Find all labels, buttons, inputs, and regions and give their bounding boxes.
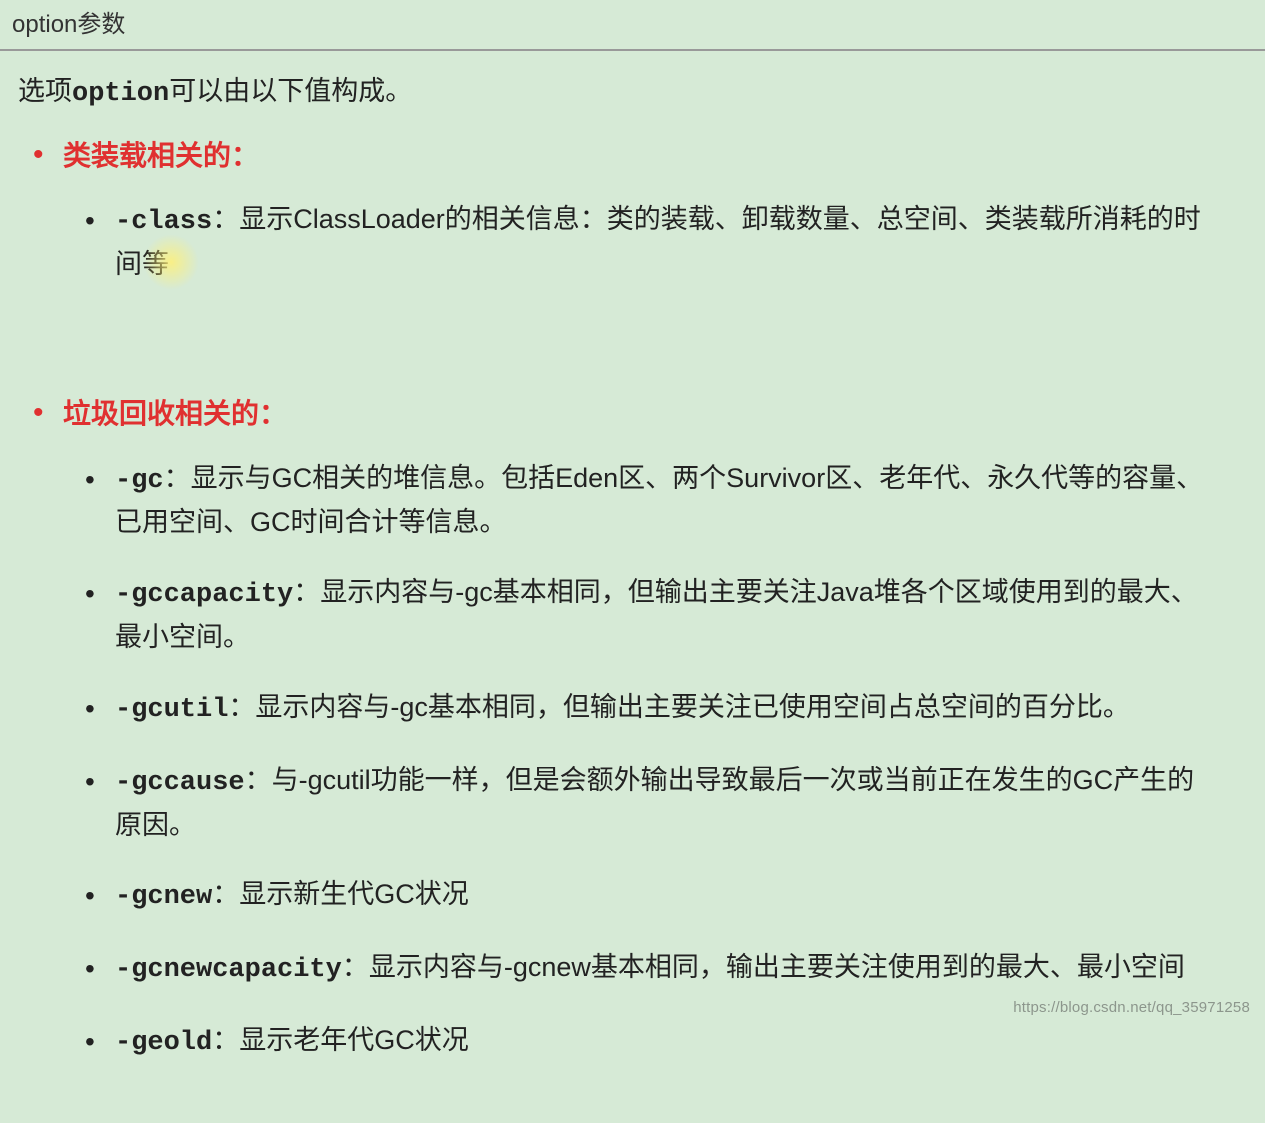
option-class: -class：显示ClassLoader的相关信息：类的装载、卸载数量、总空间、…	[115, 199, 1217, 286]
option-desc: 显示内容与-gcnew基本相同，输出主要关注使用到的最大、最小空间	[369, 952, 1185, 982]
option-name: -geold	[115, 1028, 212, 1058]
option-desc: 显示与GC相关的堆信息。包括Eden区、两个Survivor区、老年代、永久代等…	[115, 463, 1203, 538]
section-title: 类装载相关的：	[63, 140, 259, 171]
option-name: -gccapacity	[115, 580, 293, 610]
colon: ：	[342, 952, 369, 982]
option-name: -gccause	[115, 768, 245, 798]
option-gcnewcapacity: -gcnewcapacity：显示内容与-gcnew基本相同，输出主要关注使用到…	[115, 947, 1217, 992]
header-title: option参数	[0, 0, 1265, 51]
option-desc: 显示新生代GC状况	[239, 879, 469, 909]
intro-mono: option	[72, 79, 169, 109]
option-name: -gcutil	[115, 695, 228, 725]
colon: ：	[228, 692, 255, 722]
option-name: -gcnewcapacity	[115, 955, 342, 985]
colon: ：	[164, 463, 191, 493]
option-gcnew: -gcnew：显示新生代GC状况	[115, 874, 1217, 919]
option-name: -class	[115, 207, 212, 237]
colon: ：	[245, 765, 272, 795]
option-name: -gcnew	[115, 882, 212, 912]
intro-post: 可以由以下值构成。	[169, 76, 412, 106]
option-desc: 与-gcutil功能一样，但是会额外输出导致最后一次或当前正在发生的GC产生的原…	[115, 765, 1194, 840]
colon: ：	[212, 879, 239, 909]
option-name: -gc	[115, 466, 164, 496]
text-cursor	[169, 244, 170, 286]
colon: ：	[293, 577, 320, 607]
section-title: 垃圾回收相关的：	[63, 398, 287, 429]
option-desc: 显示老年代GC状况	[239, 1025, 469, 1055]
colon: ：	[212, 204, 239, 234]
option-desc: 显示ClassLoader的相关信息：类的装载、卸载数量、总空间、类装载所消耗的…	[115, 204, 1201, 279]
colon: ：	[212, 1025, 239, 1055]
section-classloader: 类装载相关的： -class：显示ClassLoader的相关信息：类的装载、卸…	[63, 134, 1247, 364]
option-gccause: -gccause：与-gcutil功能一样，但是会额外输出导致最后一次或当前正在…	[115, 760, 1217, 847]
option-desc: 显示内容与-gc基本相同，但输出主要关注已使用空间占总空间的百分比。	[255, 692, 1130, 722]
section-gc: 垃圾回收相关的： -gc：显示与GC相关的堆信息。包括Eden区、两个Survi…	[63, 392, 1247, 1065]
option-gccapacity: -gccapacity：显示内容与-gc基本相同，但输出主要关注Java堆各个区…	[115, 572, 1217, 659]
watermark: https://blog.csdn.net/qq_35971258	[1013, 996, 1250, 1019]
document-body: 选项option可以由以下值构成。 类装载相关的： -class：显示Class…	[0, 51, 1265, 1123]
intro-pre: 选项	[18, 76, 72, 106]
option-gc: -gc：显示与GC相关的堆信息。包括Eden区、两个Survivor区、老年代、…	[115, 458, 1217, 545]
intro-line: 选项option可以由以下值构成。	[18, 71, 1247, 116]
option-gcutil: -gcutil：显示内容与-gc基本相同，但输出主要关注已使用空间占总空间的百分…	[115, 687, 1217, 732]
